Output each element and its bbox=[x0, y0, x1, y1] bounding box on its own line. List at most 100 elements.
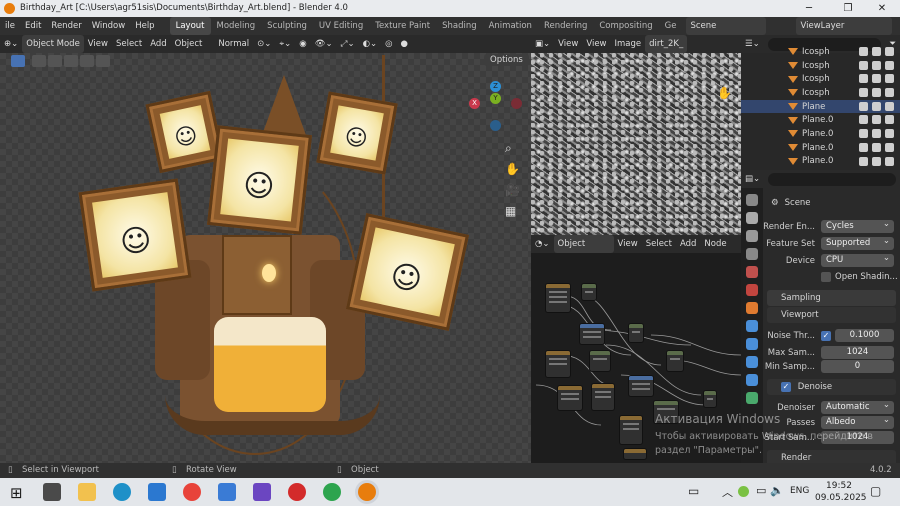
editor-type-icon[interactable]: ▤⌄ bbox=[741, 170, 764, 188]
menu-view[interactable]: View bbox=[582, 35, 610, 53]
minimize-button[interactable]: ─ bbox=[791, 0, 827, 17]
proportional-edit-icon[interactable]: ◉ bbox=[295, 35, 310, 53]
list-item-selected[interactable]: Plane bbox=[741, 99, 900, 114]
camera-icon[interactable] bbox=[885, 115, 894, 125]
node-editor[interactable]: ◔⌄ Object View Select Add Node bbox=[531, 235, 741, 463]
menu-view[interactable]: View bbox=[84, 35, 112, 53]
shading-wireframe-icon[interactable]: ◎ bbox=[381, 35, 396, 53]
list-item[interactable]: Icosph bbox=[741, 72, 900, 86]
list-item[interactable]: Plane.0 bbox=[741, 141, 900, 155]
eye-icon[interactable] bbox=[859, 60, 868, 70]
select-tool-icon[interactable] bbox=[11, 55, 25, 67]
gizmo-toggle-icon[interactable]: ⤢⌄ bbox=[337, 35, 359, 53]
opera-browser-icon[interactable] bbox=[288, 483, 306, 501]
eye-icon[interactable] bbox=[859, 101, 868, 111]
pan-hand-icon[interactable]: ✋ bbox=[505, 159, 520, 180]
denoise-checkbox[interactable]: ✓ bbox=[781, 382, 791, 392]
view-mode-selector[interactable]: View bbox=[554, 35, 582, 53]
monitor-icon[interactable] bbox=[872, 115, 881, 125]
camera-icon[interactable] bbox=[885, 60, 894, 70]
monitor-icon[interactable] bbox=[872, 60, 881, 70]
feature-set-dropdown[interactable]: Supported bbox=[821, 235, 894, 250]
camera-icon[interactable] bbox=[885, 88, 894, 98]
particles-tab-icon[interactable] bbox=[746, 338, 758, 350]
modifier-tab-icon[interactable] bbox=[746, 320, 758, 332]
orientation-selector[interactable]: Normal bbox=[214, 35, 253, 53]
monitor-icon[interactable] bbox=[872, 101, 881, 111]
camera-icon[interactable]: 🎥 bbox=[505, 180, 520, 201]
visibility-icon[interactable]: 👁⌄ bbox=[311, 35, 337, 53]
gizmo-neg-z[interactable] bbox=[490, 120, 501, 131]
outliner[interactable]: ☰⌄ ⏷ Icosph Icosph Icosph Icosph Plane P… bbox=[741, 35, 900, 170]
editor-type-icon[interactable]: ⊕⌄ bbox=[0, 35, 22, 53]
shader-node[interactable] bbox=[557, 385, 583, 411]
gizmo-neg-x[interactable] bbox=[511, 98, 522, 109]
shader-node[interactable] bbox=[579, 323, 605, 345]
shading-solid-icon[interactable]: ● bbox=[397, 35, 412, 53]
tab-layout[interactable]: Layout bbox=[169, 17, 211, 35]
snap-icon[interactable]: ⌖⌄ bbox=[275, 35, 295, 53]
eye-icon[interactable] bbox=[859, 115, 868, 125]
view-layer-tab-icon[interactable] bbox=[746, 248, 758, 260]
shader-node[interactable] bbox=[581, 283, 597, 301]
overlay-icon[interactable]: ◐⌄ bbox=[359, 35, 382, 53]
edge-browser-icon[interactable] bbox=[113, 483, 131, 501]
battery-icon[interactable]: ▭ bbox=[756, 484, 766, 497]
tool-tab-icon[interactable] bbox=[746, 194, 758, 206]
eye-icon[interactable] bbox=[859, 88, 868, 98]
camera-icon[interactable] bbox=[885, 156, 894, 166]
output-tab-icon[interactable] bbox=[746, 230, 758, 242]
list-item[interactable]: Icosph bbox=[741, 86, 900, 100]
min-samples-field[interactable]: 0 bbox=[821, 360, 894, 373]
data-tab-icon[interactable] bbox=[746, 392, 758, 404]
blender-taskbar-icon[interactable] bbox=[358, 483, 376, 501]
object-tab-icon[interactable] bbox=[746, 302, 758, 314]
eye-icon[interactable] bbox=[859, 74, 868, 84]
camera-icon[interactable] bbox=[885, 101, 894, 111]
monitor-icon[interactable] bbox=[872, 47, 881, 56]
file-explorer-icon[interactable] bbox=[78, 483, 96, 501]
monitor-icon[interactable] bbox=[872, 142, 881, 152]
close-button[interactable]: ✕ bbox=[864, 0, 900, 17]
monitor-icon[interactable] bbox=[872, 74, 881, 84]
noise-threshold-field[interactable]: 0.1000 bbox=[835, 329, 894, 342]
gizmo-z[interactable]: Z bbox=[490, 81, 501, 92]
language-indicator[interactable]: ENG bbox=[790, 486, 809, 496]
menu-edit[interactable]: Edit bbox=[20, 17, 46, 35]
eye-icon[interactable] bbox=[859, 156, 868, 166]
menu-image[interactable]: Image bbox=[611, 35, 646, 53]
image-selector[interactable]: dirt_2K_ bbox=[645, 35, 688, 53]
camera-icon[interactable] bbox=[885, 129, 894, 139]
open-shading-checkbox[interactable] bbox=[821, 271, 831, 282]
noise-threshold-checkbox[interactable]: ✓ bbox=[821, 330, 831, 341]
shader-node[interactable] bbox=[591, 383, 615, 411]
pan-hand-icon[interactable]: ✋ bbox=[717, 83, 732, 103]
denoise-subpanel-header[interactable]: ✓ Denoise bbox=[767, 379, 896, 395]
shader-node[interactable] bbox=[545, 283, 571, 313]
eye-icon[interactable] bbox=[859, 142, 868, 152]
options-button[interactable]: Options bbox=[484, 54, 529, 66]
task-view-icon[interactable] bbox=[43, 483, 61, 501]
menu-window[interactable]: Window bbox=[87, 17, 131, 35]
clock-time[interactable]: 19:52 bbox=[826, 481, 852, 491]
select-invert-icon[interactable] bbox=[80, 55, 94, 67]
shader-node[interactable] bbox=[666, 350, 684, 372]
shader-node[interactable] bbox=[545, 350, 571, 378]
menu-file[interactable]: ile bbox=[0, 17, 20, 35]
tab-texture-paint[interactable]: Texture Paint bbox=[369, 17, 436, 35]
gizmo-y[interactable]: Y bbox=[490, 93, 501, 104]
monitor-icon[interactable] bbox=[872, 156, 881, 166]
pivot-icon[interactable]: ⊙⌄ bbox=[253, 35, 275, 53]
denoiser-dropdown[interactable]: Automatic bbox=[821, 399, 894, 414]
menu-add[interactable]: Add bbox=[146, 35, 170, 53]
maximize-button[interactable]: ❐ bbox=[830, 0, 866, 17]
select-extend-icon[interactable] bbox=[48, 55, 62, 67]
list-item[interactable]: Icosph bbox=[741, 59, 900, 73]
render-tab-icon[interactable] bbox=[746, 212, 758, 224]
select-intersect-icon[interactable] bbox=[96, 55, 110, 67]
3d-viewport[interactable]: ⊕⌄ Object Mode View Select Add Object No… bbox=[0, 35, 531, 463]
shader-node[interactable] bbox=[703, 390, 717, 408]
device-dropdown[interactable]: CPU bbox=[821, 252, 894, 267]
shader-node[interactable] bbox=[628, 375, 654, 397]
mail-icon[interactable] bbox=[148, 483, 166, 501]
